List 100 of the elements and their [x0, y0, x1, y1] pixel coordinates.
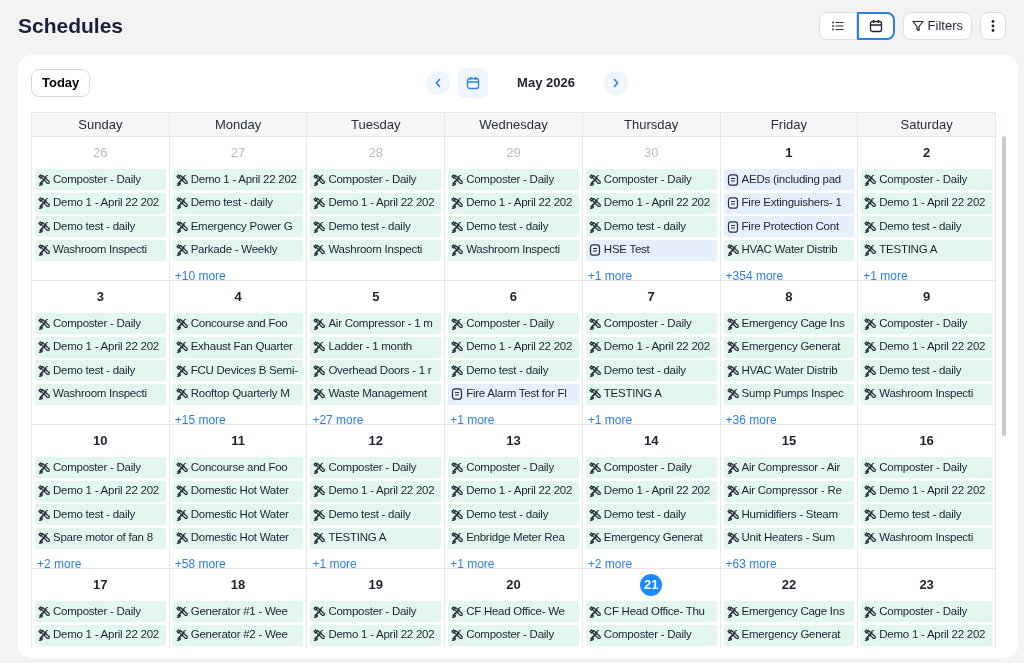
event-chip[interactable]: Emergency Cage Ins — [723, 313, 855, 334]
today-button[interactable]: Today — [31, 69, 91, 97]
event-chip[interactable]: Composter - Daily — [35, 601, 166, 622]
event-chip[interactable]: Air Compressor - 1 m — [310, 313, 442, 334]
more-link[interactable]: +1 more — [447, 557, 495, 571]
event-chip[interactable]: Composter - Daily — [585, 169, 717, 190]
event-chip[interactable]: Composter - Daily — [448, 169, 579, 190]
event-chip[interactable]: Sump Pumps Inspec — [723, 383, 855, 405]
event-chip[interactable]: Rooftop Quarterly M — [172, 383, 304, 405]
event-chip[interactable]: Demo 1 - April 22 202 — [861, 480, 992, 502]
event-chip[interactable]: Generator #1 - Wee — [172, 601, 304, 622]
more-link[interactable]: +1 more — [860, 269, 908, 283]
event-chip[interactable]: Spare motor of fan 8 — [35, 527, 166, 549]
event-chip[interactable]: CF Head Office- We — [448, 601, 579, 622]
event-chip[interactable]: Demo 1 - April 22 202 — [585, 192, 717, 214]
more-link[interactable]: +58 more — [171, 557, 226, 571]
event-chip[interactable]: Generator #2 - Wee — [172, 624, 304, 646]
event-chip[interactable]: Demo test - daily — [585, 504, 717, 525]
event-chip[interactable]: Composter - Daily — [448, 313, 579, 334]
more-link[interactable]: +10 more — [171, 269, 226, 283]
event-chip[interactable]: HSE Test — [585, 239, 717, 261]
event-chip[interactable]: Concourse and Foo — [172, 313, 304, 334]
event-chip[interactable]: Washroom Inspecti — [448, 239, 579, 261]
calendar-view-button[interactable] — [856, 12, 895, 40]
event-chip[interactable]: Demo 1 - April 22 202 — [448, 480, 579, 502]
event-chip[interactable]: Demo 1 - April 22 202 — [35, 480, 166, 502]
event-chip[interactable]: Emergency Power G — [172, 216, 304, 237]
event-chip[interactable]: Domestic Hot Water — [172, 504, 304, 525]
more-link[interactable]: +2 more — [34, 557, 82, 571]
event-chip[interactable]: TESTING A — [861, 239, 992, 261]
more-link[interactable]: +1 more — [584, 269, 633, 283]
event-chip[interactable]: Demo 1 - April 22 202 — [585, 480, 717, 502]
event-chip[interactable]: Demo 1 - April 22 202 — [310, 624, 442, 646]
event-chip[interactable]: Composter - Daily — [35, 169, 166, 190]
event-chip[interactable]: Unit Heaters - Sum — [723, 527, 855, 549]
event-chip[interactable]: Overhead Doors - 1 r — [310, 360, 442, 381]
event-chip[interactable]: Demo test - daily — [310, 504, 442, 525]
event-chip[interactable]: Emergency Generat — [585, 527, 717, 549]
event-chip[interactable]: Washroom Inspecti — [861, 383, 992, 405]
event-chip[interactable]: Composter - Daily — [861, 601, 992, 622]
event-chip[interactable]: HVAC Water Distrib — [723, 360, 855, 381]
event-chip[interactable]: Demo 1 - April 22 202 — [35, 192, 166, 214]
more-link[interactable]: +1 more — [447, 413, 495, 427]
event-chip[interactable]: Demo test - daily — [448, 504, 579, 525]
event-chip[interactable]: Fire Extinguishers- 1 — [723, 192, 855, 214]
scrollbar[interactable] — [1002, 136, 1006, 436]
event-chip[interactable]: Washroom Inspecti — [35, 383, 166, 405]
more-link[interactable]: +63 more — [722, 557, 777, 571]
event-chip[interactable]: Demo test - daily — [448, 216, 579, 237]
event-chip[interactable]: Composter - Daily — [448, 457, 579, 478]
event-chip[interactable]: Demo 1 - April 22 202 — [861, 624, 992, 646]
event-chip[interactable]: Demo test - daily — [35, 216, 166, 237]
event-chip[interactable]: Washroom Inspecti — [310, 239, 442, 261]
event-chip[interactable]: Demo test - daily — [861, 504, 992, 525]
event-chip[interactable]: Waste Management — [310, 383, 442, 405]
event-chip[interactable]: Fire Protection Cont — [723, 216, 855, 237]
more-link[interactable]: +354 more — [722, 269, 784, 283]
event-chip[interactable]: Washroom Inspecti — [861, 527, 992, 549]
event-chip[interactable]: Demo 1 - April 22 202 — [172, 169, 304, 190]
event-chip[interactable]: CF Head Office- Thu — [585, 601, 717, 622]
event-chip[interactable]: Demo test - daily — [448, 360, 579, 381]
event-chip[interactable]: Demo test - daily — [310, 216, 442, 237]
event-chip[interactable]: Demo 1 - April 22 202 — [585, 336, 717, 358]
event-chip[interactable]: Demo 1 - April 22 202 — [861, 192, 992, 214]
event-chip[interactable]: Demo 1 - April 22 202 — [448, 192, 579, 214]
event-chip[interactable]: HVAC Water Distrib — [723, 239, 855, 261]
event-chip[interactable]: Emergency Generat — [723, 336, 855, 358]
more-link[interactable]: +15 more — [171, 413, 226, 427]
event-chip[interactable]: TESTING A — [585, 383, 717, 405]
event-chip[interactable]: Fire Alarm Test for Fl — [448, 383, 579, 405]
event-chip[interactable]: Demo 1 - April 22 202 — [861, 336, 992, 358]
event-chip[interactable]: Humidifiers - Steam — [723, 504, 855, 525]
event-chip[interactable]: Composter - Daily — [310, 601, 442, 622]
event-chip[interactable]: Exhaust Fan Quarter — [172, 336, 304, 358]
event-chip[interactable]: Composter - Daily — [310, 457, 442, 478]
event-chip[interactable]: Composter - Daily — [585, 624, 717, 646]
event-chip[interactable]: Composter - Daily — [861, 313, 992, 334]
date-picker-button[interactable] — [458, 68, 488, 98]
event-chip[interactable]: Demo test - daily — [585, 360, 717, 381]
event-chip[interactable]: Parkade - Weekly — [172, 239, 304, 261]
event-chip[interactable]: Concourse and Foo — [172, 457, 304, 478]
event-chip[interactable]: Demo test - daily — [861, 216, 992, 237]
event-chip[interactable]: TESTING A — [310, 527, 442, 549]
event-chip[interactable]: Demo test - daily — [585, 216, 717, 237]
event-chip[interactable]: Demo 1 - April 22 202 — [448, 336, 579, 358]
event-chip[interactable]: Air Compressor - Re — [723, 480, 855, 502]
event-chip[interactable]: Enbridge Meter Rea — [448, 527, 579, 549]
event-chip[interactable]: Demo 1 - April 22 202 — [35, 336, 166, 358]
next-month-button[interactable] — [604, 71, 628, 95]
event-chip[interactable]: Demo 1 - April 22 202 — [35, 624, 166, 646]
event-chip[interactable]: Domestic Hot Water — [172, 480, 304, 502]
more-link[interactable]: +27 more — [309, 413, 364, 427]
event-chip[interactable]: Demo test - daily — [35, 360, 166, 381]
event-chip[interactable]: Composter - Daily — [585, 457, 717, 478]
more-link[interactable]: +1 more — [584, 413, 633, 427]
previous-month-button[interactable] — [426, 71, 450, 95]
event-chip[interactable]: Composter - Daily — [310, 169, 442, 190]
event-chip[interactable]: Composter - Daily — [35, 313, 166, 334]
event-chip[interactable]: Emergency Cage Ins — [723, 601, 855, 622]
event-chip[interactable]: Demo 1 - April 22 202 — [310, 192, 442, 214]
